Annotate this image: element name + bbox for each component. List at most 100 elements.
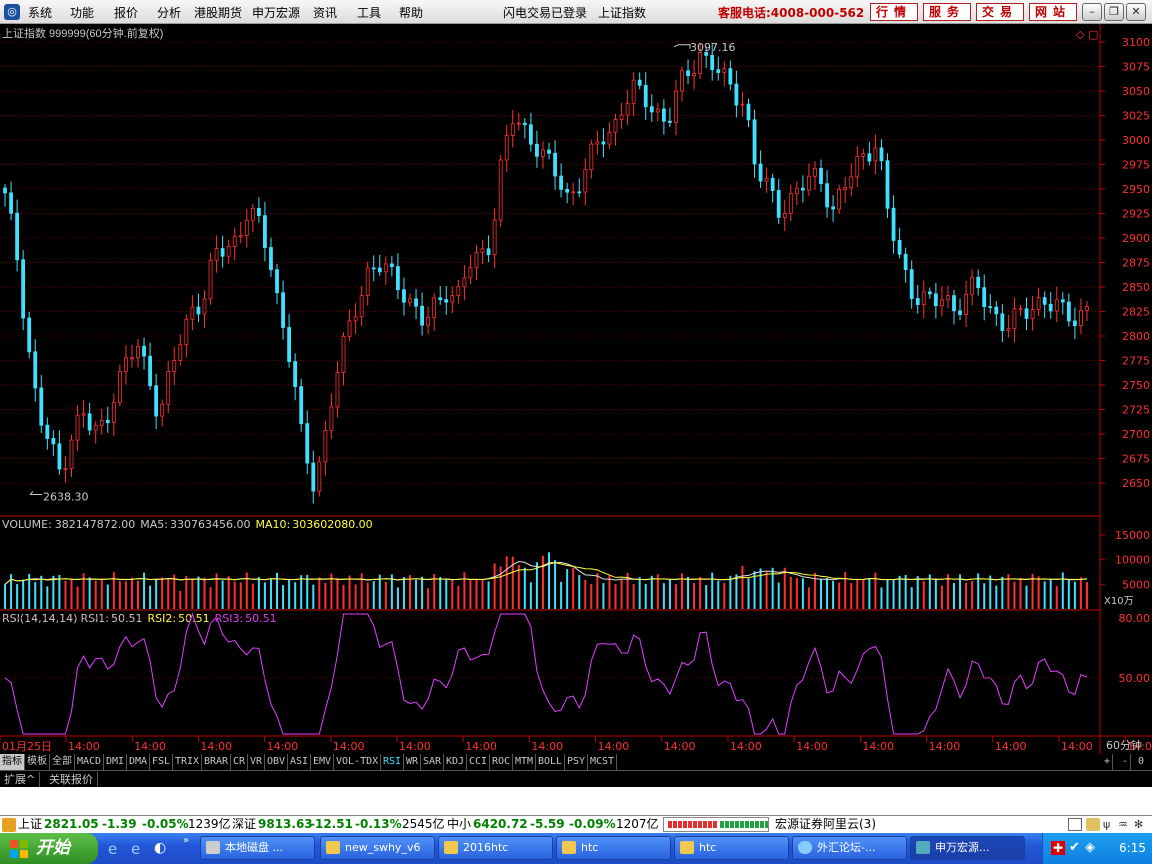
menu-news[interactable]: 资讯 [313,4,337,21]
volume-bars[interactable] [4,552,1088,609]
indicator-tab-wr[interactable]: WR [404,754,422,770]
indicator-tab-boll[interactable]: BOLL [536,754,566,770]
y-tick-label: 2850 [1122,281,1150,294]
indicator-tab-fsl[interactable]: FSL [150,754,174,770]
candle-body [758,163,763,182]
indicator-tab-dma[interactable]: DMA [127,754,151,770]
sh-name[interactable]: 上证 [18,816,42,833]
task-local-disk[interactable]: 本地磁盘 ... [200,836,315,860]
lock-icon[interactable] [1086,818,1100,831]
period-label[interactable]: 60分钟 [1106,738,1142,752]
website-button[interactable]: 网站 [1029,3,1077,21]
server-name[interactable]: 宏源证券阿里云(3) [775,816,876,833]
ie-icon[interactable]: e [108,840,117,858]
task-shenwan[interactable]: 申万宏源... [910,836,1025,860]
tray-app-icon[interactable]: ✚ [1051,841,1065,855]
menu-help[interactable]: 帮助 [399,4,423,21]
candle-body [933,293,938,307]
indicator-tab-cci[interactable]: CCI [467,754,491,770]
indicator-tab-brar[interactable]: BRAR [202,754,232,770]
menu-system[interactable]: 系统 [28,4,52,21]
quote-button[interactable]: 行情 [870,3,918,21]
indicator-tab-trix[interactable]: TRIX [173,754,203,770]
close-icon[interactable]: ✕ [1126,3,1146,21]
time-label: 14:00 [598,740,630,753]
menu-shenwan[interactable]: 申万宏源 [252,4,300,21]
indicator-tab-psy[interactable]: PSY [565,754,589,770]
menu-analysis[interactable]: 分析 [157,4,181,21]
indicator-tab-macd[interactable]: MACD [75,754,105,770]
tray-shield-icon[interactable]: ◈ [1085,840,1095,855]
notes-icon[interactable] [1068,818,1082,831]
candlesticks[interactable] [3,42,1089,504]
menu-hk-futures[interactable]: 港股期货 [194,4,242,21]
task-2016htc[interactable]: 2016htc [438,836,553,860]
indicator-tab-cr[interactable]: CR [231,754,249,770]
meter-red-cell [673,821,677,828]
indicator-tab-指标[interactable]: 指标 [0,754,25,770]
indicator-tab-模板[interactable]: 模板 [25,754,50,770]
zoom-out-button[interactable]: - [1120,754,1132,770]
rss-icon[interactable]: ♒ [1118,816,1128,833]
price-grid [0,41,1100,484]
maximize-pane-icon[interactable]: ▢ [1088,28,1098,41]
indicator-tab-全部[interactable]: 全部 [50,754,75,770]
candle-body [1054,299,1059,312]
indicator-tab-rsi[interactable]: RSI [381,754,405,770]
indicator-tab-kdj[interactable]: KDJ [444,754,468,770]
indicator-tab-obv[interactable]: OBV [265,754,289,770]
candle-body [522,122,527,126]
indicator-tab-roc[interactable]: ROC [490,754,514,770]
candle-body [516,122,521,125]
restore-icon[interactable]: ❐ [1104,3,1124,21]
related-quotes-tab[interactable]: 关联报价 [45,772,98,787]
indicator-tab-asi[interactable]: ASI [288,754,312,770]
quicklaunch-expand-icon[interactable]: » [183,835,189,846]
signal-icon: ψ [1103,818,1111,831]
candle-body [269,247,273,271]
settings-icon[interactable]: ✻ [1134,816,1143,833]
tray-network-icon[interactable]: ✔ [1069,840,1080,855]
zx-name[interactable]: 中小 [447,816,471,833]
menu-function[interactable]: 功能 [70,4,94,21]
candle-body [776,190,781,218]
zoom-in-button[interactable]: + [1102,754,1114,770]
browser-icon[interactable]: ◐ [154,840,166,856]
task-new-swhy[interactable]: new_swhy_v6 [320,836,435,860]
task-htc-1[interactable]: htc [556,836,671,860]
task-forex-forum[interactable]: 外汇论坛-... [792,836,907,860]
y-tick-label: 2925 [1122,208,1150,221]
rsi-line[interactable] [4,612,1088,735]
ie-icon-2[interactable]: e [131,840,140,858]
sh-amount: 1239亿 [188,817,231,831]
indicator-tab-vol-tdx[interactable]: VOL-TDX [334,754,382,770]
indicator-tab-mtm[interactable]: MTM [513,754,537,770]
service-button[interactable]: 服务 [923,3,971,21]
low-marker [29,491,42,495]
candle-body [450,295,455,303]
time-label: 14:00 [664,740,696,753]
indicator-tab-vr[interactable]: VR [248,754,266,770]
zoom-reset-button[interactable]: 0 [1136,754,1146,770]
trade-button[interactable]: 交易 [976,3,1024,21]
diamond-icon[interactable]: ◇ [1076,28,1085,41]
indicator-tab-sar[interactable]: SAR [421,754,445,770]
task-htc-2[interactable]: htc [674,836,789,860]
indicator-tab-dmi[interactable]: DMI [104,754,128,770]
candle-body [1066,301,1071,322]
expand-tab[interactable]: 扩展^ [0,772,41,787]
time-label: 14:00 [929,740,961,753]
y-tick-label: 2900 [1122,232,1150,245]
minimize-icon[interactable]: – [1082,3,1102,21]
indicator-tab-emv[interactable]: EMV [311,754,335,770]
app-logo-icon: ◎ [4,4,20,20]
menu-tools[interactable]: 工具 [357,4,381,21]
clock[interactable]: 6:15 [1119,833,1146,864]
menu-quote[interactable]: 报价 [114,4,138,21]
meter-red-cell [683,821,687,828]
indicator-tab-mcst[interactable]: MCST [588,754,618,770]
start-button[interactable]: 开始 [0,833,98,864]
candle-body [885,160,890,209]
chart-area[interactable]: 上证指数 999999(60分钟.前复权) 3100 3075 3050 3025 30… [0,24,1152,754]
sz-name[interactable]: 深证 [232,816,256,833]
